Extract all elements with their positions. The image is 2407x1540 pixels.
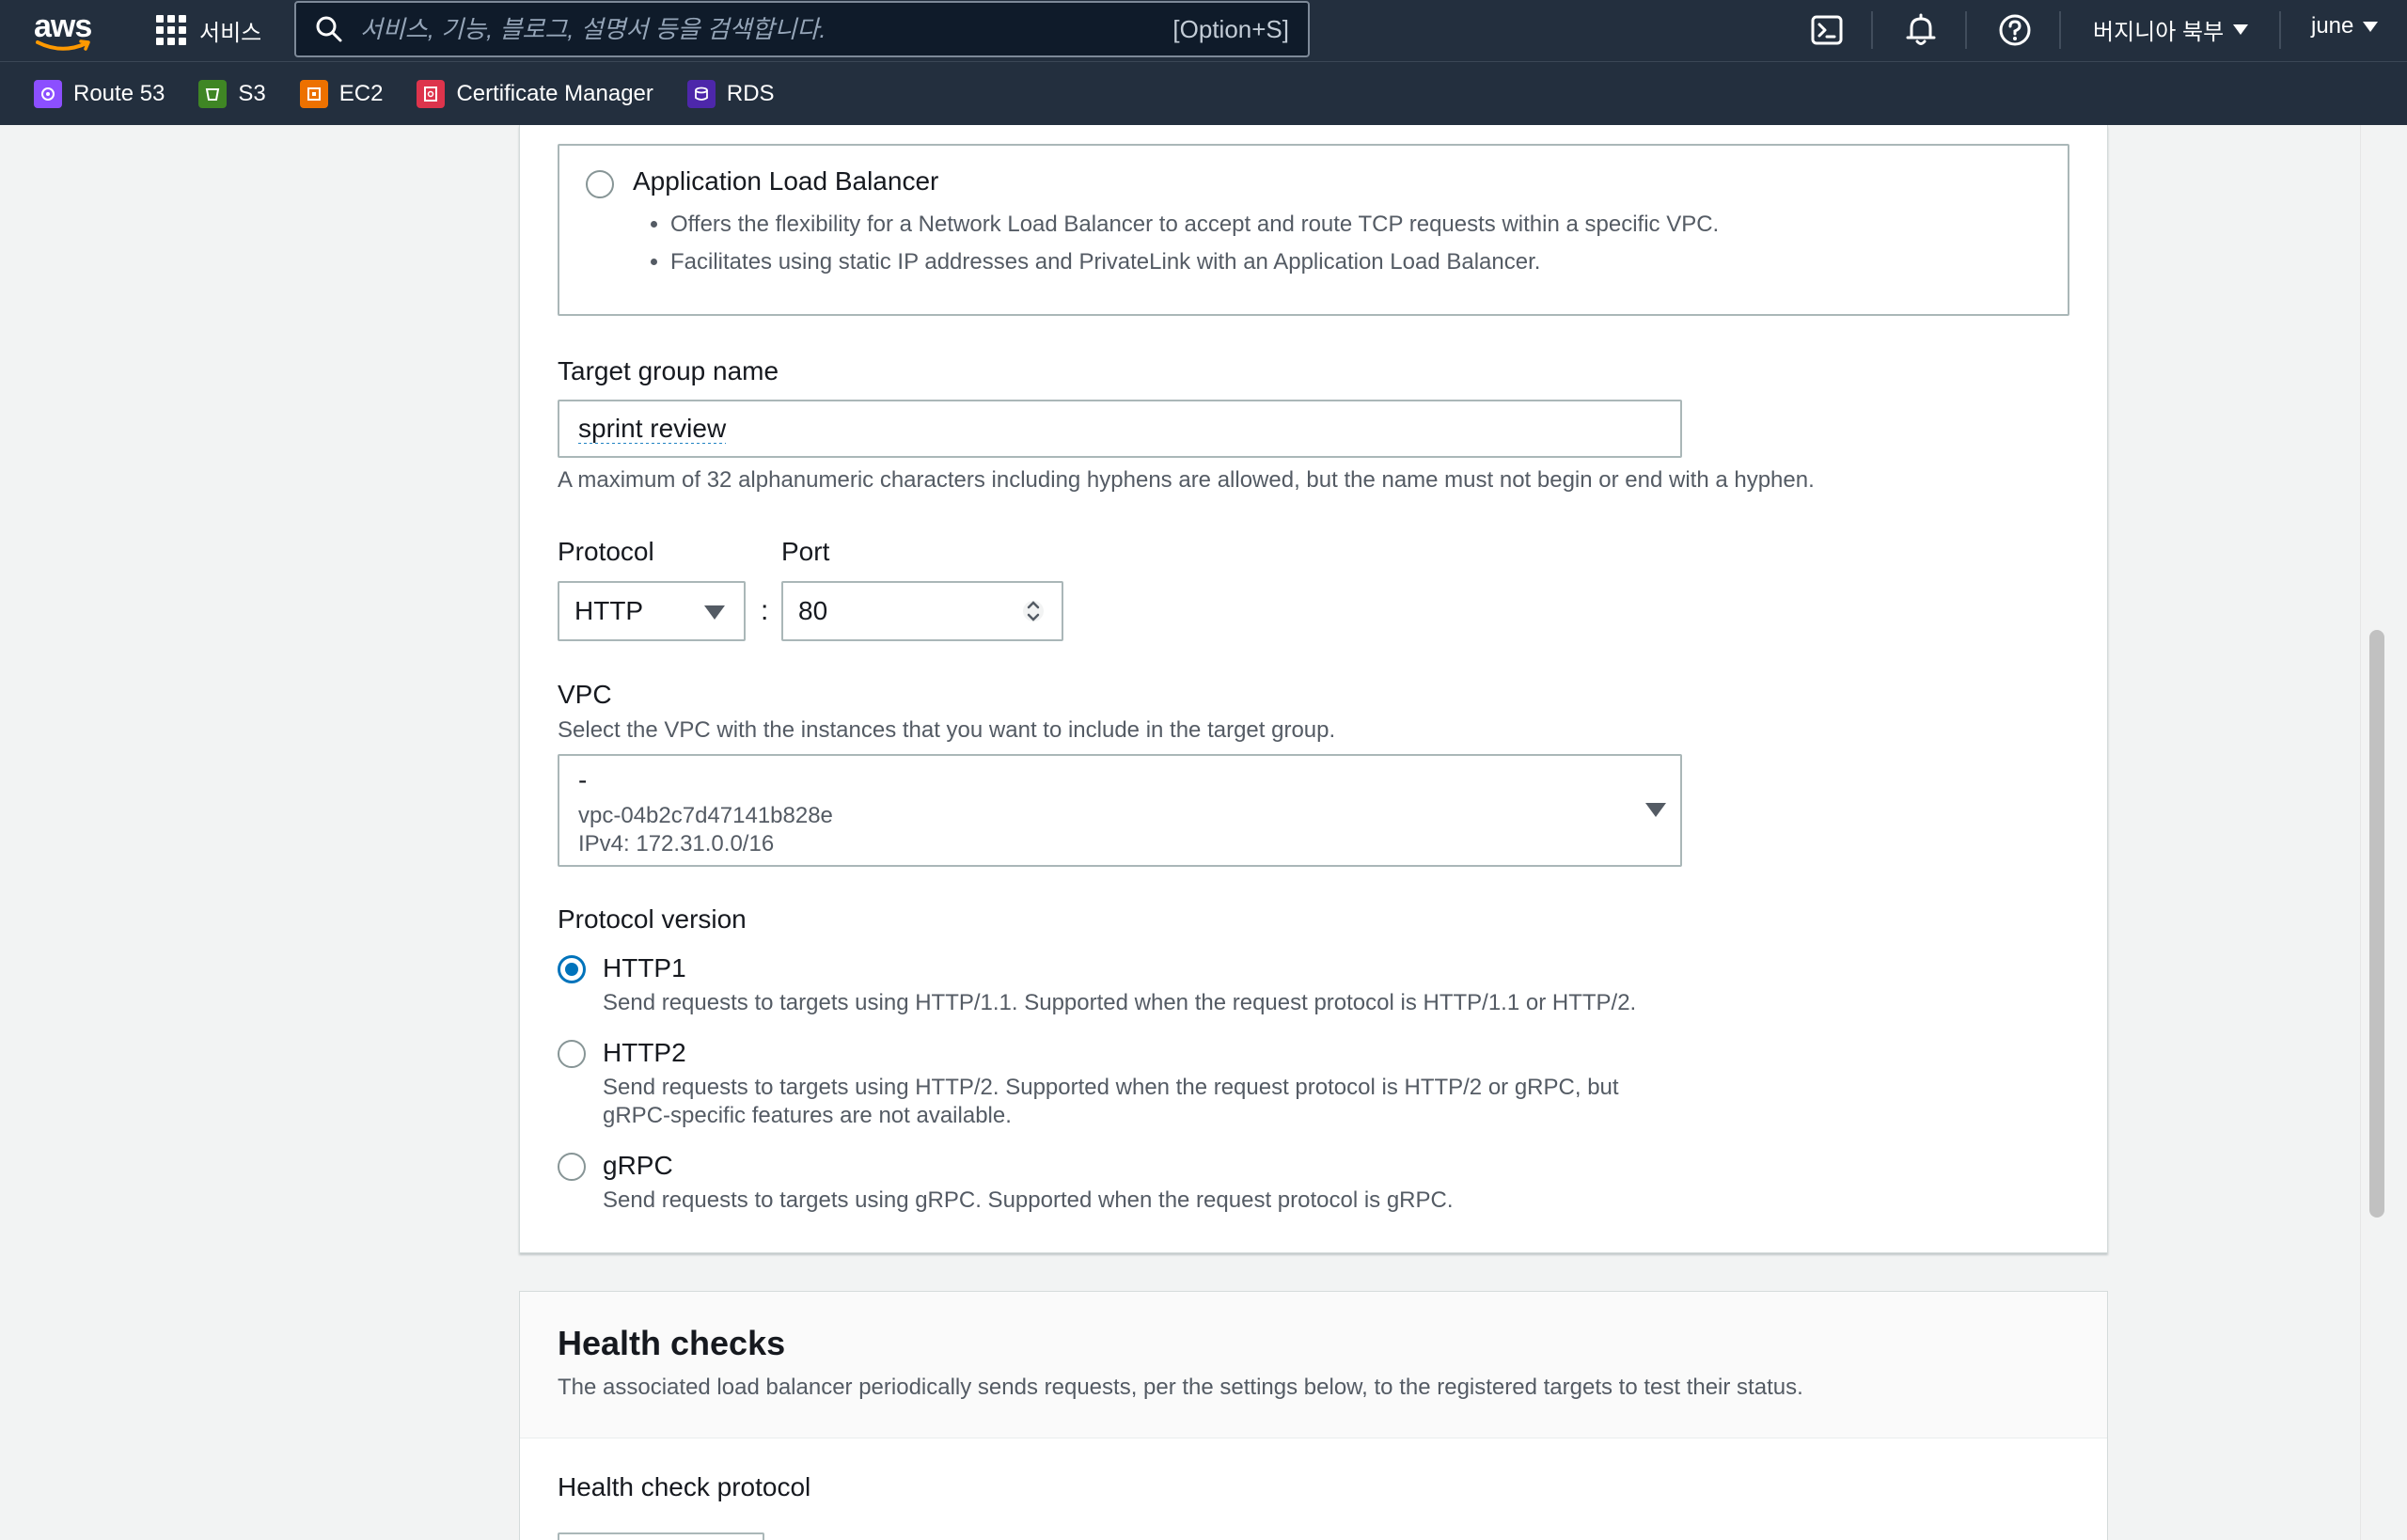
alb-bullet: Facilitates using static IP addresses an… [670,249,1719,275]
health-check-protocol-label: Health check protocol [558,1472,811,1501]
http1-option-description: Send requests to targets using HTTP/1.1.… [603,990,1637,1015]
nav-divider [2059,11,2061,49]
bell-icon[interactable] [1902,11,1940,49]
target-group-name-input[interactable] [558,400,1682,458]
http2-option-description: Send requests to targets using HTTP/2. S… [603,1075,1619,1128]
services-menu-button[interactable]: 서비스 [156,9,261,51]
favorite-ec2[interactable]: EC2 [299,79,384,108]
health-checks-description: The associated load balancer periodicall… [558,1375,1803,1400]
protocol-label: Protocol [558,537,654,566]
favorite-label: RDS [726,80,775,106]
s3-icon [198,79,228,108]
search-input[interactable] [343,3,1173,55]
caret-down-icon [704,605,725,620]
aws-smile-icon [36,39,90,51]
http1-radio[interactable] [558,955,586,983]
user-label: june [2311,13,2354,39]
search-shortcut-hint: [Option+S] [1172,14,1289,43]
target-group-name-label: Target group name [558,356,779,385]
http2-option-label[interactable]: HTTP2 [603,1038,686,1068]
grpc-option-label[interactable]: gRPC [603,1151,673,1181]
nav-divider [1871,11,1873,49]
health-checks-header: Health checks The associated load balanc… [520,1292,2107,1438]
vpc-selected-name: - [578,765,588,794]
cloudshell-icon[interactable] [1808,11,1846,49]
health-check-protocol-select[interactable] [558,1532,764,1540]
protocol-port-separator: : [761,595,769,626]
grpc-radio[interactable] [558,1153,586,1181]
vpc-select[interactable]: - vpc-04b2c7d47141b828e IPv4: 172.31.0.0… [558,754,1682,867]
favorite-rds[interactable]: RDS [686,79,775,108]
alb-option-title: Application Load Balancer [633,166,939,196]
vpc-description: Select the VPC with the instances that y… [558,717,1336,743]
ec2-icon [299,79,328,108]
favorite-label: Route 53 [73,80,165,106]
health-checks-title: Health checks [558,1324,786,1362]
target-type-alb-option[interactable]: Application Load Balancer Offers the fle… [558,144,2069,316]
favorites-bar: Route 53 S3 EC2 Certificate Manager RDS [0,61,2407,125]
favorite-label: EC2 [338,80,384,106]
favorite-s3[interactable]: S3 [198,79,266,108]
alb-radio[interactable] [586,170,614,198]
port-label: Port [781,537,830,566]
basic-configuration-panel: Application Load Balancer Offers the fle… [519,125,2108,1253]
route53-icon [34,79,62,108]
target-group-name-hint: A maximum of 32 alphanumeric characters … [558,467,1815,493]
favorite-route53[interactable]: Route 53 [34,79,165,108]
vpc-label: VPC [558,680,612,709]
search-icon [316,16,342,42]
http1-option-label[interactable]: HTTP1 [603,953,686,983]
nav-divider [2279,11,2281,49]
region-label: 버지니아 북부 [2093,20,2225,45]
vpc-selected-cidr: IPv4: 172.31.0.0/16 [578,831,775,856]
health-checks-panel: Health checks The associated load balanc… [519,1291,2108,1540]
favorite-certificate-manager[interactable]: Certificate Manager [417,79,653,108]
region-selector[interactable]: 버지니아 북부 [2093,13,2249,46]
http2-radio[interactable] [558,1040,586,1068]
alb-bullet: Offers the flexibility for a Network Loa… [670,212,1719,238]
number-stepper-icon[interactable] [1022,594,1045,628]
scrollbar-thumb[interactable] [2369,630,2384,1218]
vpc-selected-id: vpc-04b2c7d47141b828e [578,803,833,828]
grpc-option-description: Send requests to targets using gRPC. Sup… [603,1187,1454,1213]
alb-option-bullets: Offers the flexibility for a Network Loa… [670,212,1719,287]
certificate-manager-icon [417,79,446,108]
caret-down-icon [2233,24,2249,35]
help-icon[interactable] [1996,11,2034,49]
favorite-label: Certificate Manager [456,80,653,106]
favorite-label: S3 [238,80,266,106]
protocol-value: HTTP [574,596,644,625]
rds-icon [686,79,716,108]
user-menu[interactable]: june [2311,13,2379,39]
search-bar[interactable]: [Option+S] [294,1,1310,57]
protocol-select[interactable]: HTTP [558,581,746,641]
port-value: 80 [798,596,828,625]
nav-divider [1965,11,1967,49]
protocol-version-label: Protocol version [558,904,747,934]
grid-icon [156,15,186,45]
caret-down-icon [1645,803,1666,817]
caret-down-icon [2363,21,2379,32]
aws-logo[interactable]: aws [34,8,94,53]
top-navigation: aws 서비스 [Option+S] [0,0,2407,61]
port-input[interactable]: 80 [781,581,1063,641]
services-label: 서비스 [199,20,262,46]
